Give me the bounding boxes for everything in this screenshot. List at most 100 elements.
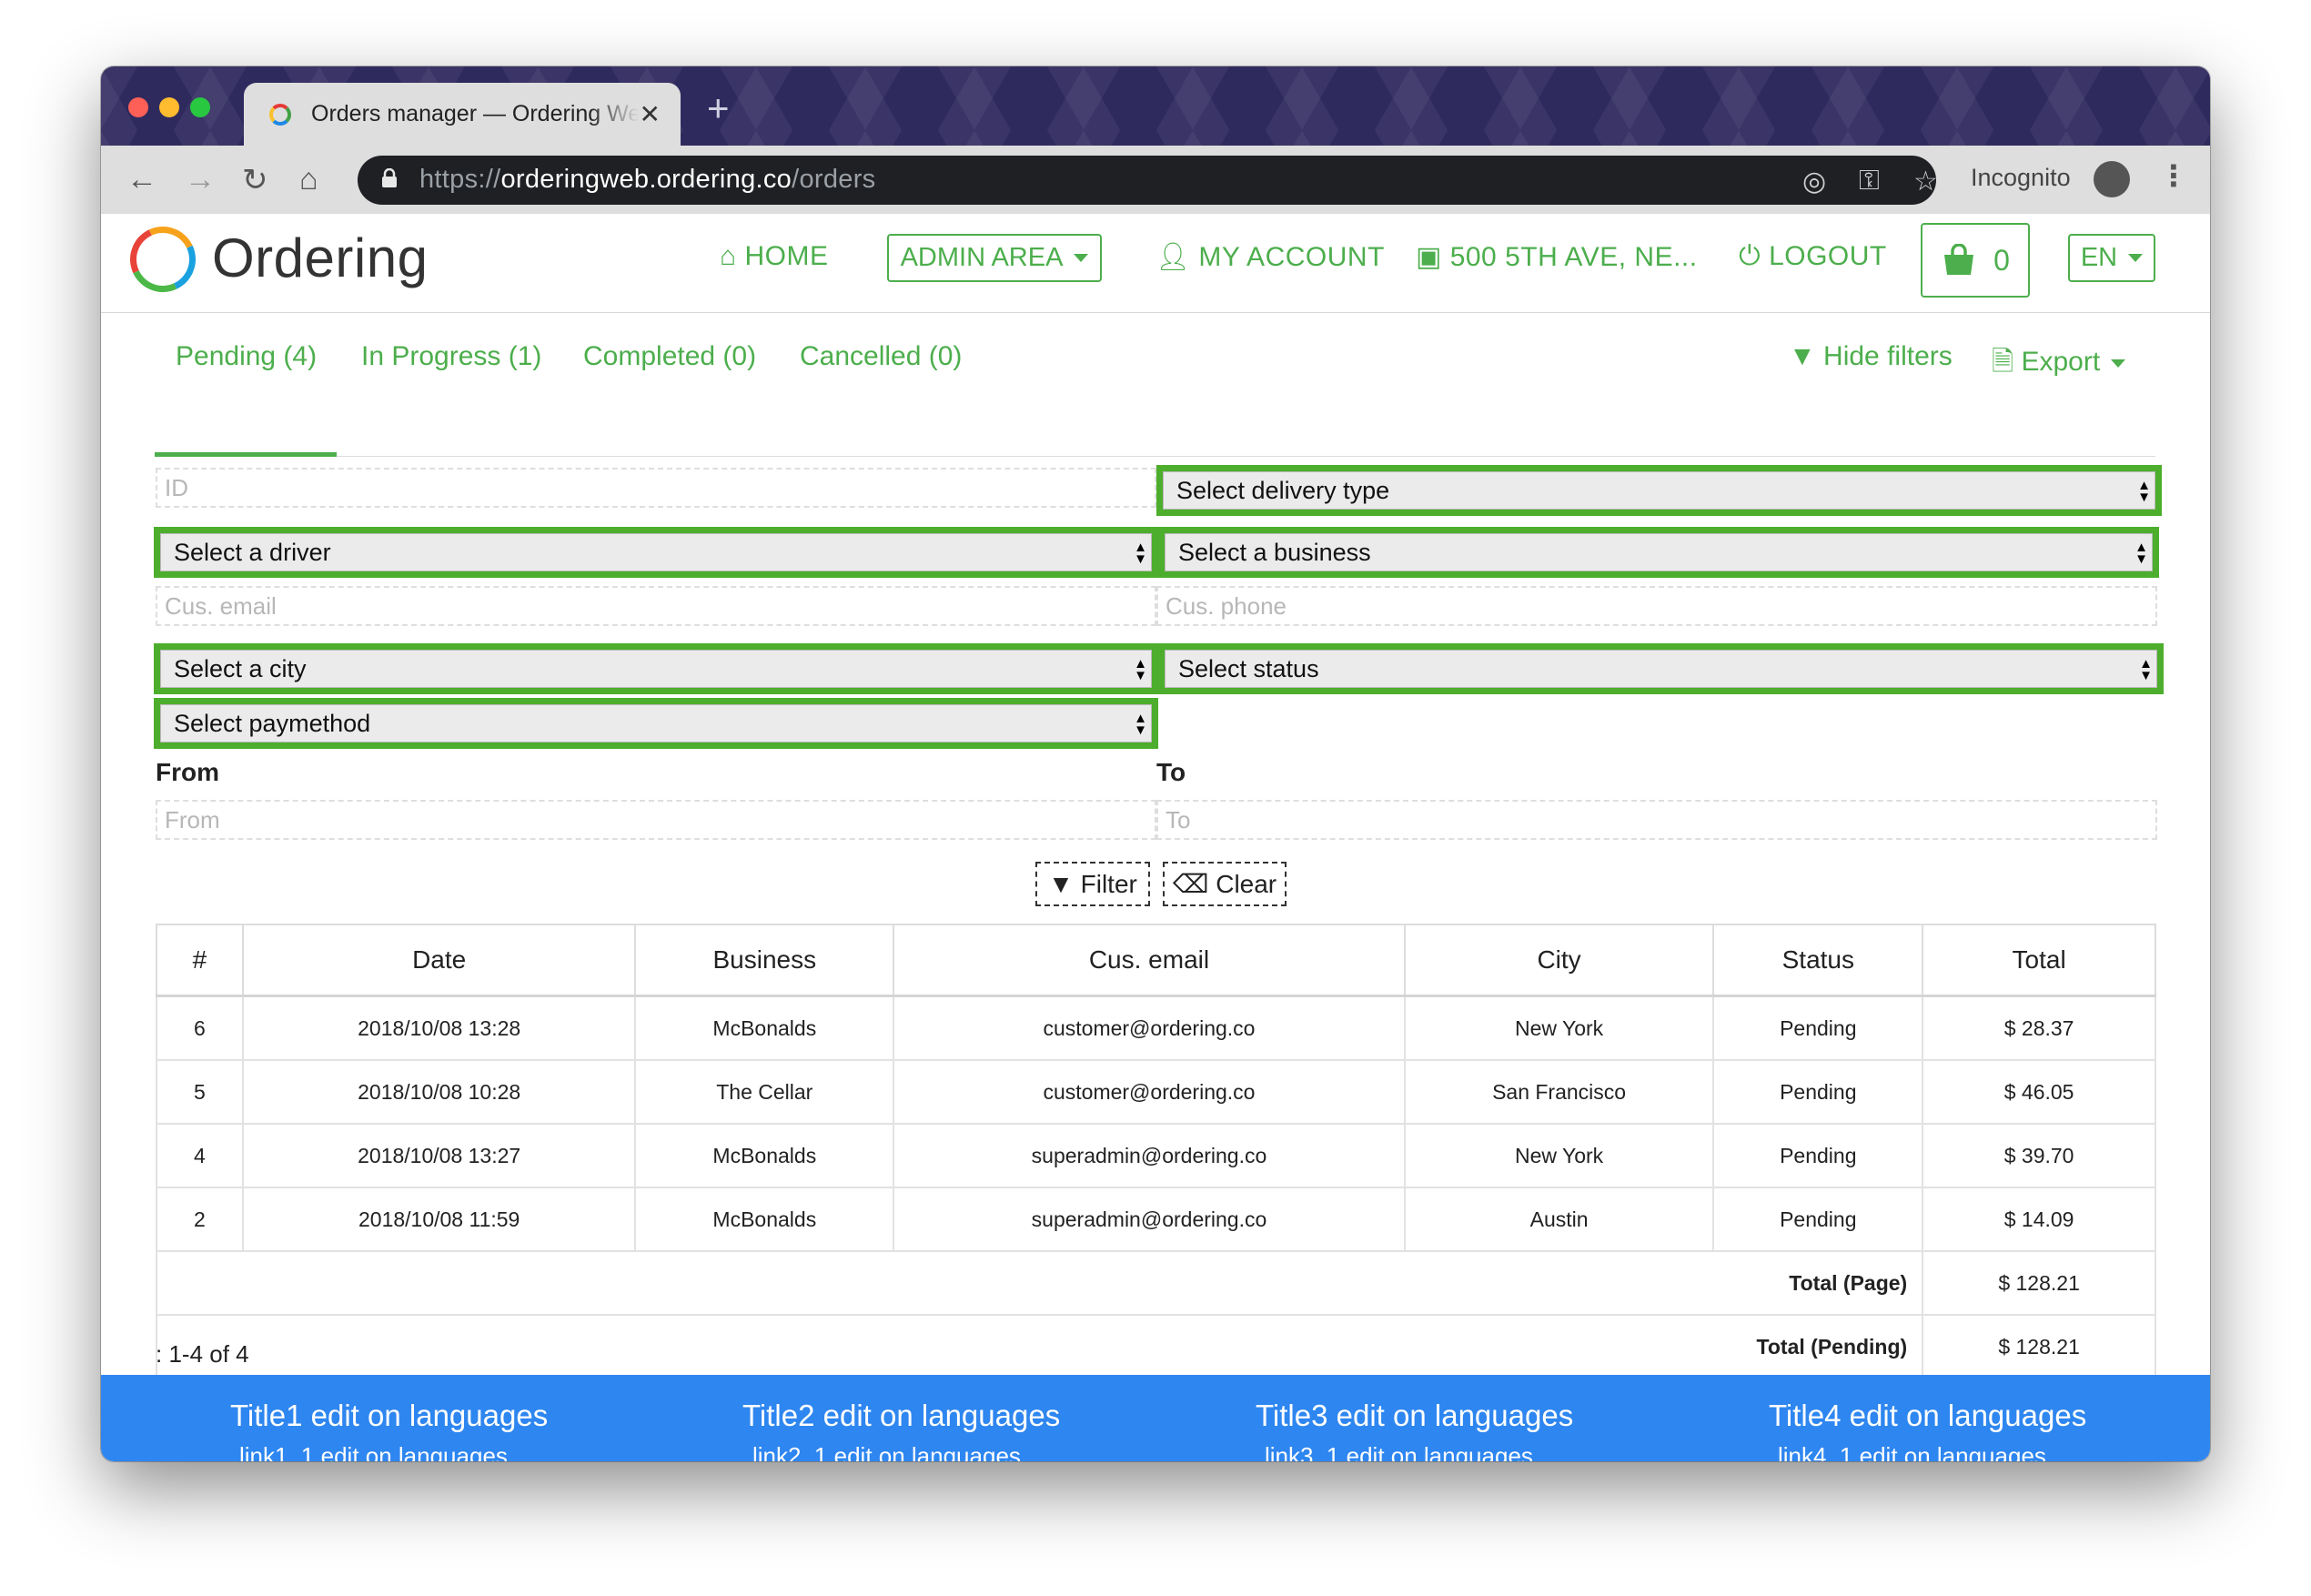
nav-my-account[interactable]: 👤︎ MY ACCOUNT bbox=[1156, 241, 1385, 273]
footer-link-4[interactable]: link4_1 edit on languages bbox=[1778, 1442, 2046, 1461]
column-header-business[interactable]: Business bbox=[634, 924, 895, 997]
order-id-input[interactable]: ID bbox=[156, 468, 1156, 508]
tracking-blocked-icon[interactable]: ◎ bbox=[1802, 166, 1826, 197]
filter-icon: ▼ bbox=[1048, 869, 1081, 898]
cell-email: superadmin@ordering.co bbox=[893, 1123, 1406, 1188]
cell-total: $ 39.70 bbox=[1922, 1123, 2156, 1188]
address-bar[interactable]: https://orderingweb.ordering.co/orders ◎… bbox=[358, 156, 1938, 205]
cell-city: New York bbox=[1403, 1123, 1715, 1188]
maximize-window-button[interactable] bbox=[190, 97, 210, 117]
incognito-icon[interactable] bbox=[2094, 161, 2130, 197]
driver-select[interactable]: Select a driver ▲ ▼ bbox=[154, 527, 1158, 578]
cell-id: 5 bbox=[156, 1059, 244, 1125]
reload-icon[interactable]: ↻ bbox=[242, 162, 268, 198]
cell-email: customer@ordering.co bbox=[893, 1059, 1406, 1125]
back-icon[interactable]: ← bbox=[126, 162, 157, 197]
delivery-type-select[interactable]: Select delivery type ▲ ▼ bbox=[1156, 465, 2162, 516]
tab-title: Orders manager — Ordering Web bbox=[311, 101, 639, 126]
close-window-button[interactable] bbox=[128, 97, 148, 117]
tab-close-icon[interactable]: ✕ bbox=[640, 99, 661, 129]
column-header-id[interactable]: # bbox=[156, 924, 244, 997]
business-select[interactable]: Select a business ▲ ▼ bbox=[1158, 527, 2159, 578]
total-page-value: $ 128.21 bbox=[1922, 1250, 2156, 1316]
nav-address[interactable]: ▣ 500 5TH AVE, NE... bbox=[1416, 241, 1698, 273]
column-header-status[interactable]: Status bbox=[1712, 924, 1924, 997]
customer-phone-input[interactable]: Cus. phone bbox=[1156, 586, 2157, 626]
clear-button[interactable]: ⌫ Clear bbox=[1163, 862, 1287, 906]
column-header-email[interactable]: Cus. email bbox=[893, 924, 1406, 997]
tab-pending[interactable]: Pending (4) bbox=[176, 341, 317, 372]
table-row[interactable]: 6 2018/10/08 13:28 McBonalds customer@or… bbox=[156, 995, 2156, 1061]
cell-business: The Cellar bbox=[634, 1059, 895, 1125]
address-book-icon: ▣ bbox=[1416, 242, 1450, 272]
tab-in-progress[interactable]: In Progress (1) bbox=[361, 341, 541, 372]
column-header-total[interactable]: Total bbox=[1922, 924, 2156, 997]
cell-status: Pending bbox=[1712, 1059, 1924, 1125]
column-header-date[interactable]: Date bbox=[241, 924, 637, 997]
lock-icon bbox=[382, 168, 397, 187]
to-date-input[interactable]: To bbox=[1156, 800, 2157, 840]
nav-home[interactable]: ⌂ HOME bbox=[720, 241, 828, 272]
home-icon[interactable]: ⌂ bbox=[299, 162, 318, 197]
shopping-bag-icon bbox=[1944, 244, 1974, 275]
browser-tab[interactable]: Orders manager — Ordering Web ✕ bbox=[244, 83, 681, 146]
table-header-row: # Date Business Cus. email City Status T… bbox=[156, 924, 2156, 997]
orders-table: # Date Business Cus. email City Status T… bbox=[155, 924, 2156, 1379]
excel-file-icon: 🗎︎ bbox=[1992, 347, 2022, 377]
export-dropdown[interactable]: 🗎︎ Export bbox=[1992, 341, 2126, 388]
bookmark-star-icon[interactable]: ☆ bbox=[1913, 166, 1938, 197]
table-row[interactable]: 2 2018/10/08 11:59 McBonalds superadmin@… bbox=[156, 1187, 2156, 1252]
brand-name[interactable]: Ordering bbox=[212, 227, 428, 289]
cart-button[interactable]: 0 bbox=[1921, 223, 2030, 298]
cell-email: superadmin@ordering.co bbox=[893, 1187, 1406, 1252]
cell-business: McBonalds bbox=[634, 1187, 895, 1252]
select-arrows-icon: ▲ ▼ bbox=[2134, 540, 2148, 567]
footer-link-2[interactable]: link2_1 edit on languages bbox=[752, 1442, 1021, 1461]
total-pending-row: Total (Pending) $ 128.21 bbox=[155, 1314, 2156, 1379]
admin-area-dropdown[interactable]: ADMIN AREA bbox=[887, 234, 1102, 282]
from-date-input[interactable]: From bbox=[156, 800, 1156, 840]
status-select[interactable]: Select status ▲ ▼ bbox=[1158, 643, 2164, 694]
language-dropdown[interactable]: EN bbox=[2068, 234, 2155, 282]
paymethod-select[interactable]: Select paymethod ▲ ▼ bbox=[154, 698, 1158, 749]
pagination-summary: : 1-4 of 4 bbox=[156, 1340, 249, 1368]
tab-cancelled[interactable]: Cancelled (0) bbox=[800, 341, 962, 372]
cell-id: 6 bbox=[156, 995, 244, 1061]
select-arrows-icon: ▲ ▼ bbox=[1134, 540, 1147, 567]
power-icon: ⏻ bbox=[1739, 241, 1770, 271]
active-tab-indicator bbox=[155, 452, 337, 457]
ordering-logo-icon[interactable] bbox=[120, 217, 206, 302]
hide-filters-link[interactable]: ▼ Hide filters bbox=[1789, 341, 1953, 372]
filter-button[interactable]: ▼ Filter bbox=[1035, 862, 1150, 906]
customer-email-input[interactable]: Cus. email bbox=[156, 586, 1156, 626]
nav-logout[interactable]: ⏻ LOGOUT bbox=[1739, 241, 1887, 272]
total-page-label: Total (Page) bbox=[155, 1250, 1924, 1316]
forward-icon[interactable]: → bbox=[185, 162, 216, 197]
footer-title-3: Title3 edit on languages bbox=[1256, 1399, 1574, 1432]
eraser-icon: ⌫ bbox=[1172, 870, 1216, 898]
select-arrows-icon: ▲ ▼ bbox=[2139, 656, 2153, 683]
column-header-city[interactable]: City bbox=[1403, 924, 1715, 997]
key-icon[interactable]: ⚿ bbox=[1859, 166, 1880, 197]
table-row[interactable]: 5 2018/10/08 10:28 The Cellar customer@o… bbox=[156, 1059, 2156, 1125]
cell-id: 4 bbox=[156, 1123, 244, 1188]
filter-icon: ▼ bbox=[1789, 341, 1824, 371]
city-select[interactable]: Select a city ▲ ▼ bbox=[154, 643, 1158, 694]
footer-link-1[interactable]: link1_1 edit on languages bbox=[239, 1442, 508, 1461]
user-icon: 👤︎ bbox=[1156, 242, 1199, 272]
minimize-window-button[interactable] bbox=[159, 97, 179, 117]
incognito-label: Incognito bbox=[1971, 164, 2071, 191]
footer-title-4: Title4 edit on languages bbox=[1769, 1399, 2087, 1432]
new-tab-button[interactable]: + bbox=[707, 86, 730, 130]
favicon-icon bbox=[269, 103, 291, 126]
browser-window: Orders manager — Ordering Web ✕ + ← → ↻ … bbox=[101, 66, 2210, 1461]
tab-completed[interactable]: Completed (0) bbox=[583, 341, 756, 372]
browser-menu-icon[interactable]: ⋮ bbox=[2159, 158, 2188, 193]
cell-total: $ 46.05 bbox=[1922, 1059, 2156, 1125]
select-arrows-icon: ▲ ▼ bbox=[1134, 656, 1147, 683]
select-arrows-icon: ▲ ▼ bbox=[1134, 711, 1147, 738]
browser-toolbar: ← → ↻ ⌂ https://orderingweb.ordering.co/… bbox=[101, 146, 2210, 215]
cell-status: Pending bbox=[1712, 1123, 1924, 1188]
footer-link-3[interactable]: link3_1 edit on languages bbox=[1265, 1442, 1533, 1461]
table-row[interactable]: 4 2018/10/08 13:27 McBonalds superadmin@… bbox=[156, 1123, 2156, 1188]
